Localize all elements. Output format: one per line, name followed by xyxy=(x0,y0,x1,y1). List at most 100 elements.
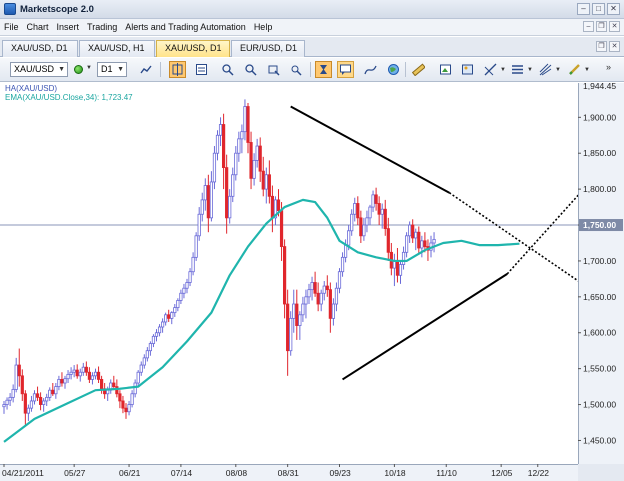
menu-chart[interactable]: Chart xyxy=(23,22,53,32)
candle-body xyxy=(151,335,156,344)
horizontal-lines-icon[interactable] xyxy=(509,61,526,78)
candle-body xyxy=(423,240,427,247)
price-label: 1,550.00 xyxy=(583,364,616,374)
legend-heikin-ashi[interactable]: HA(XAU/USD) xyxy=(5,84,57,93)
fork-tool-icon[interactable] xyxy=(537,61,554,78)
tab-eurusd-d1[interactable]: EUR/USD, D1 xyxy=(231,40,305,57)
close-icon[interactable]: ✕ xyxy=(607,3,620,15)
overflow-icon[interactable]: » xyxy=(606,62,611,72)
candle-body xyxy=(2,404,6,408)
candle-body xyxy=(194,235,198,258)
candle-body xyxy=(191,256,195,273)
price-label: 1,450.00 xyxy=(583,435,616,445)
candle-body xyxy=(225,167,229,219)
picture-icon[interactable] xyxy=(437,61,454,78)
status-dot-icon[interactable] xyxy=(74,65,83,74)
chevron-down-icon[interactable]: ▼ xyxy=(86,65,92,71)
tab-restore-icon[interactable]: ❐ xyxy=(596,41,607,52)
candle-body xyxy=(371,194,375,208)
candle-body xyxy=(139,364,143,373)
zoom-fit-icon[interactable] xyxy=(265,61,282,78)
legend-ema[interactable]: EMA(XAU/USD.Close,34): 1,723.47 xyxy=(5,93,133,102)
menu-alerts[interactable]: Alerts and Trading Automation xyxy=(121,22,250,32)
chart-type-icon[interactable] xyxy=(138,61,155,78)
tab-xauusd-h1[interactable]: XAU/USD, H1 xyxy=(79,40,155,57)
current-price-label: 1,750.00 xyxy=(583,220,616,230)
chevron-down-icon[interactable]: ▼ xyxy=(584,67,590,73)
tab-xauusd-d1[interactable]: XAU/USD, D1 xyxy=(2,40,78,57)
candle-body xyxy=(121,400,125,409)
candle-body xyxy=(408,224,412,237)
menu-bar: File Chart Insert Trading Alerts and Tra… xyxy=(0,19,624,36)
globe-icon[interactable] xyxy=(385,61,402,78)
candle-body xyxy=(368,206,372,219)
mdi-close-icon[interactable]: ✕ xyxy=(609,21,620,32)
candle-body xyxy=(78,371,82,377)
candle-body xyxy=(63,378,67,384)
candle-body xyxy=(240,131,244,140)
candle-body xyxy=(54,386,58,395)
chart-area[interactable]: 1,450.00 1,500.00 1,550.00 1,600.00 1,650.00… xyxy=(0,83,624,481)
date-label: 06/21 xyxy=(119,468,141,478)
toolbar-separator xyxy=(310,62,311,77)
price-label: 1,900.00 xyxy=(583,112,616,122)
zoom-in-icon[interactable] xyxy=(219,61,236,78)
indicator-icon[interactable] xyxy=(362,61,379,78)
chevron-down-icon[interactable]: ▼ xyxy=(527,67,533,73)
timeframe-select[interactable]: D1 ▼ xyxy=(97,62,127,77)
candle-body xyxy=(353,203,357,215)
tab-close-icon[interactable]: ✕ xyxy=(609,41,620,52)
title-bar: Marketscope 2.0 – □ ✕ xyxy=(0,0,624,19)
menu-file[interactable]: File xyxy=(0,22,23,32)
candle-body xyxy=(243,106,247,133)
candle-body xyxy=(295,303,299,326)
zoom-window-icon[interactable] xyxy=(288,61,305,78)
minimize-icon[interactable]: – xyxy=(577,3,590,15)
candle-body xyxy=(286,303,290,352)
toolbar-separator xyxy=(405,62,406,77)
candle-body xyxy=(17,364,21,377)
auto-scroll-icon[interactable] xyxy=(315,61,332,78)
ruler-icon[interactable] xyxy=(410,61,427,78)
chevron-down-icon[interactable]: ▼ xyxy=(500,67,506,73)
candle-body xyxy=(87,371,91,380)
maximize-icon[interactable]: □ xyxy=(592,3,605,15)
menu-insert[interactable]: Insert xyxy=(53,22,84,32)
symbol-select[interactable]: XAU/USD ▼ xyxy=(10,62,68,77)
date-label: 10/18 xyxy=(384,468,406,478)
mdi-minimize-icon[interactable]: – xyxy=(583,21,594,32)
candle-body xyxy=(96,371,101,380)
crosshair-icon[interactable] xyxy=(169,61,186,78)
candle-body xyxy=(234,152,238,176)
zoom-out-icon[interactable] xyxy=(242,61,259,78)
menu-help[interactable]: Help xyxy=(250,22,277,32)
line-tool-icon[interactable] xyxy=(482,61,499,78)
pencil-icon[interactable] xyxy=(566,61,583,78)
price-label: 1,700.00 xyxy=(583,256,616,266)
candle-body xyxy=(72,369,76,373)
candle-body xyxy=(20,375,24,395)
candle-body xyxy=(81,366,85,373)
chevron-down-icon[interactable]: ▼ xyxy=(555,67,561,73)
image-icon[interactable] xyxy=(459,61,476,78)
date-label: 05/27 xyxy=(64,468,86,478)
candle-body xyxy=(106,389,110,395)
price-label: 1,650.00 xyxy=(583,292,616,302)
candle-body xyxy=(32,393,37,402)
candle-body xyxy=(218,124,223,136)
candle-body xyxy=(417,231,421,249)
menu-trading[interactable]: Trading xyxy=(83,22,121,32)
data-window-icon[interactable] xyxy=(193,61,210,78)
price-label: 1,850.00 xyxy=(583,148,616,158)
candle-body xyxy=(310,282,314,291)
candle-body xyxy=(200,199,204,215)
comment-icon[interactable] xyxy=(337,61,354,78)
candle-body xyxy=(304,296,308,305)
price-chart[interactable]: 1,450.00 1,500.00 1,550.00 1,600.00 1,650.00… xyxy=(0,83,624,481)
candle-body xyxy=(124,407,128,413)
candle-body xyxy=(14,364,18,390)
mdi-restore-icon[interactable]: ❐ xyxy=(596,21,607,32)
candle-body xyxy=(51,389,55,395)
trendline xyxy=(290,105,450,194)
tab-xauusd-d1-active[interactable]: XAU/USD, D1 xyxy=(156,40,230,57)
